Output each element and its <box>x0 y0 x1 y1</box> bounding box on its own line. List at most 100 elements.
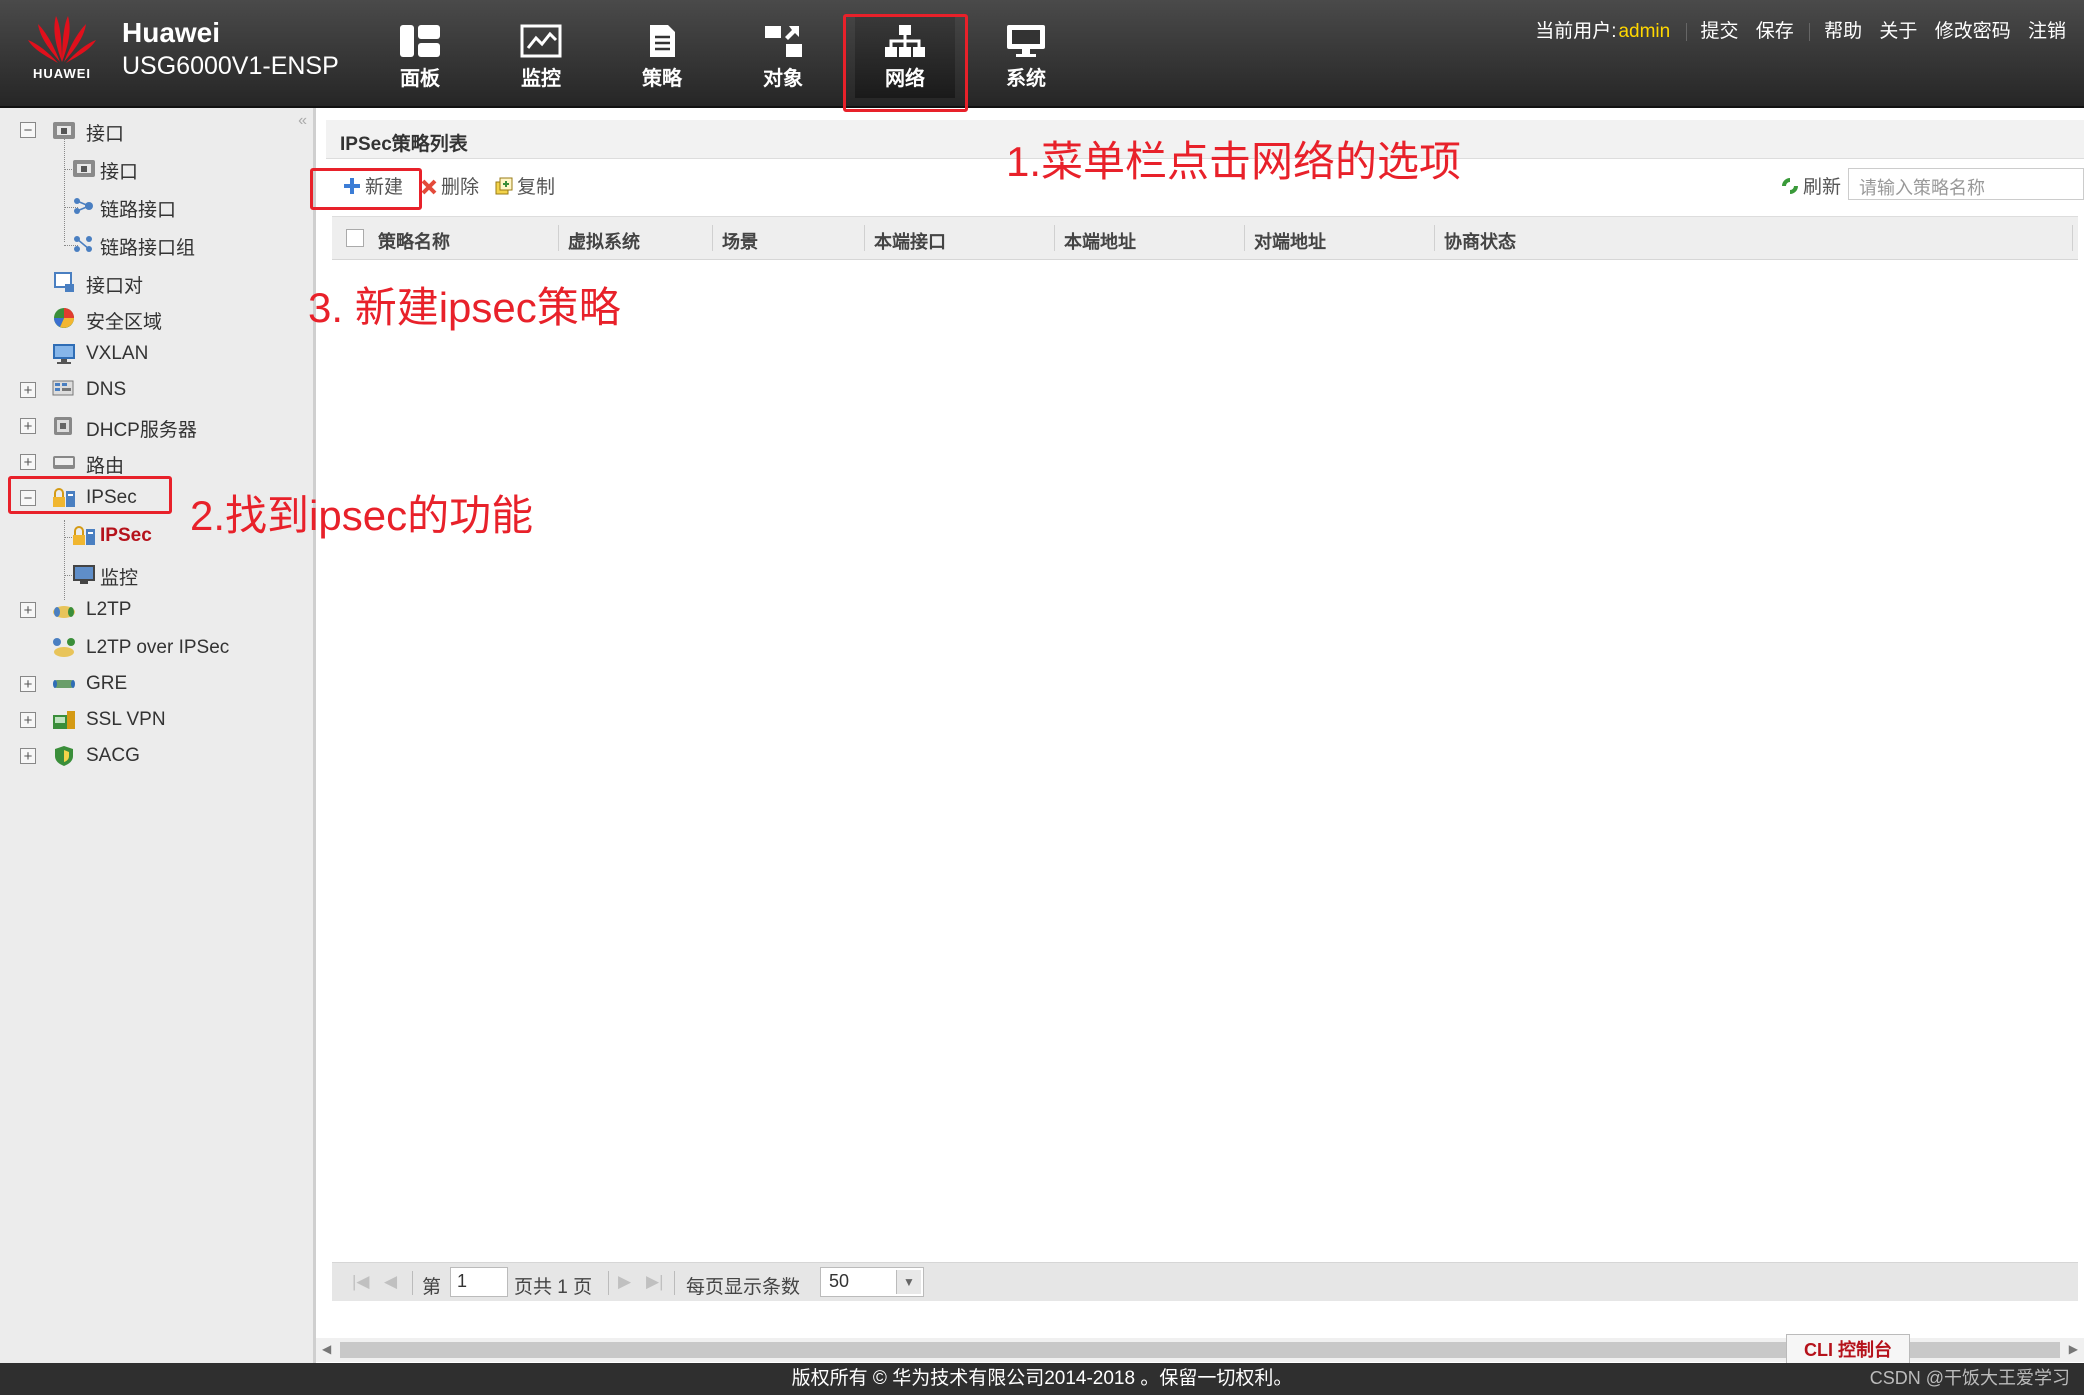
delete-label: 删除 <box>441 177 480 198</box>
tree-item-dhcp-server[interactable]: + DHCP服务器 <box>0 410 313 444</box>
delete-x-icon <box>421 179 437 195</box>
tree-item-l2tp-over-ipsec[interactable]: L2TP over IPSec <box>0 632 313 666</box>
nav-label: 监控 <box>521 68 561 90</box>
tree-item-label: IPSec <box>100 525 152 546</box>
help-link[interactable]: 帮助 <box>1824 21 1862 42</box>
brand-block: Huawei USG6000V1-ENSP <box>122 16 339 82</box>
tree-item-label: VXLAN <box>86 343 149 364</box>
annotation-step-3: 3. 新建ipsec策略 <box>308 284 621 331</box>
tree-item-vxlan[interactable]: VXLAN <box>0 338 313 372</box>
tree-item-link-interface[interactable]: 链路接口 <box>0 190 313 224</box>
column-header[interactable]: 协商状态 <box>1444 228 1516 254</box>
csdn-watermark: CSDN @干饭大王爱学习 <box>1869 1368 2070 1388</box>
scroll-left-icon[interactable]: ◀ <box>322 1342 331 1356</box>
annotation-step-2: 2.找到ipsec的功能 <box>190 492 534 539</box>
page-number-input[interactable]: 1 <box>450 1267 508 1297</box>
expand-toggle[interactable]: + <box>20 602 36 618</box>
tree-item-label: SSL VPN <box>86 709 166 730</box>
tree-item-label: 接口 <box>100 162 139 183</box>
page-size-value: 50 <box>829 1271 850 1291</box>
tree-item-routing[interactable]: + 路由 <box>0 446 313 480</box>
logo-text: HUAWEI <box>33 66 91 81</box>
expand-toggle[interactable]: + <box>20 418 36 434</box>
tree-item-interface[interactable]: 接口 <box>0 152 313 186</box>
tree-item-interface-group[interactable]: − 接口 <box>0 114 313 148</box>
search-input[interactable]: 请输入策略名称 <box>1848 168 2084 200</box>
tree-item-label: SACG <box>86 745 140 766</box>
tree-item-sacg[interactable]: + SACG <box>0 740 313 774</box>
expand-toggle[interactable]: + <box>20 382 36 398</box>
prev-page-icon[interactable]: ◀ <box>384 1272 397 1292</box>
copy-button[interactable]: 复制 <box>494 172 555 199</box>
chevron-down-icon[interactable]: ▼ <box>896 1270 921 1294</box>
cli-console-tab[interactable]: CLI 控制台 <box>1786 1334 1910 1365</box>
last-page-icon[interactable]: ▶| <box>646 1272 664 1292</box>
device-model: USG6000V1-ENSP <box>122 52 339 80</box>
scroll-right-icon[interactable]: ▶ <box>2069 1342 2078 1356</box>
about-link[interactable]: 关于 <box>1879 21 1917 42</box>
column-header[interactable]: 策略名称 <box>378 228 450 254</box>
tree-item-gre[interactable]: + GRE <box>0 668 313 702</box>
grid-header: 策略名称 虚拟系统 场景 本端接口 本端地址 对端地址 协商状态 <box>332 216 2078 260</box>
column-header[interactable]: 对端地址 <box>1254 228 1326 254</box>
monitor-screen-icon <box>73 565 95 584</box>
brand-name: Huawei <box>122 17 221 48</box>
expand-toggle[interactable]: + <box>20 748 36 764</box>
nav-policy[interactable]: 策略 <box>612 14 712 98</box>
huawei-flower-icon <box>28 16 96 63</box>
tree-item-label: 接口 <box>86 124 125 145</box>
tree-item-security-zone[interactable]: 安全区域 <box>0 302 313 336</box>
nav-label: 对象 <box>763 68 803 90</box>
select-all-checkbox[interactable] <box>346 229 364 247</box>
sacg-shield-icon <box>55 746 73 766</box>
copy-icon <box>495 177 513 195</box>
column-header[interactable]: 本端地址 <box>1064 228 1136 254</box>
l2tp-tunnel-icon <box>53 606 75 618</box>
tree-item-label: 路由 <box>86 456 125 477</box>
column-header[interactable]: 本端接口 <box>874 228 946 254</box>
tree-item-l2tp[interactable]: + L2TP <box>0 594 313 628</box>
tree-item-ipsec-monitor[interactable]: 监控 <box>0 558 313 592</box>
expand-toggle[interactable]: + <box>20 676 36 692</box>
column-header[interactable]: 场景 <box>722 228 758 254</box>
tree-item-label: DNS <box>86 379 127 400</box>
object-blocks-icon <box>765 26 802 57</box>
tree-item-label: L2TP <box>86 599 132 620</box>
dhcp-server-icon <box>54 417 72 435</box>
tree-item-interface-pair[interactable]: 接口对 <box>0 266 313 300</box>
nav-monitor[interactable]: 监控 <box>491 14 591 98</box>
expand-toggle[interactable]: + <box>20 712 36 728</box>
current-user-name: admin <box>1618 21 1671 42</box>
change-password-link[interactable]: 修改密码 <box>1935 21 2011 42</box>
save-link[interactable]: 保存 <box>1756 21 1794 42</box>
top-header: HUAWEI Huawei USG6000V1-ENSP 面板 监控 策略 对象… <box>0 0 2084 108</box>
next-page-icon[interactable]: ▶ <box>618 1272 631 1292</box>
tree-item-ssl-vpn[interactable]: + SSL VPN <box>0 704 313 738</box>
tree-item-label: L2TP over IPSec <box>86 637 230 658</box>
l2tp-over-ipsec-icon <box>53 638 75 657</box>
column-header[interactable]: 虚拟系统 <box>568 228 640 254</box>
tree-item-label: 链路接口 <box>100 200 177 221</box>
first-page-icon[interactable]: |◀ <box>352 1272 370 1292</box>
monitor-chart-icon <box>520 24 562 58</box>
collapse-toggle[interactable]: − <box>20 122 36 138</box>
submit-link[interactable]: 提交 <box>1701 21 1739 42</box>
tree-item-label: DHCP服务器 <box>86 420 197 441</box>
nav-system[interactable]: 系统 <box>976 14 1076 98</box>
annotation-box-ipsec <box>8 476 172 514</box>
gre-tunnel-icon <box>53 680 75 688</box>
tree-item-dns[interactable]: + DNS <box>0 374 313 408</box>
expand-toggle[interactable]: + <box>20 454 36 470</box>
dashboard-icon <box>400 25 440 57</box>
ssl-vpn-icon <box>53 711 75 729</box>
nav-label: 系统 <box>1006 68 1046 90</box>
logout-link[interactable]: 注销 <box>2028 21 2066 42</box>
delete-button[interactable]: 删除 <box>420 172 479 199</box>
nav-dashboard[interactable]: 面板 <box>370 14 470 98</box>
refresh-button[interactable]: 刷新 <box>1780 172 1841 199</box>
page-size-select[interactable]: 50 ▼ <box>820 1267 924 1297</box>
page-suffix: 页共 1 页 <box>514 1277 593 1298</box>
nav-object[interactable]: 对象 <box>733 14 833 98</box>
interface-pair-icon <box>54 272 74 292</box>
tree-item-link-interface-group[interactable]: 链路接口组 <box>0 228 313 262</box>
